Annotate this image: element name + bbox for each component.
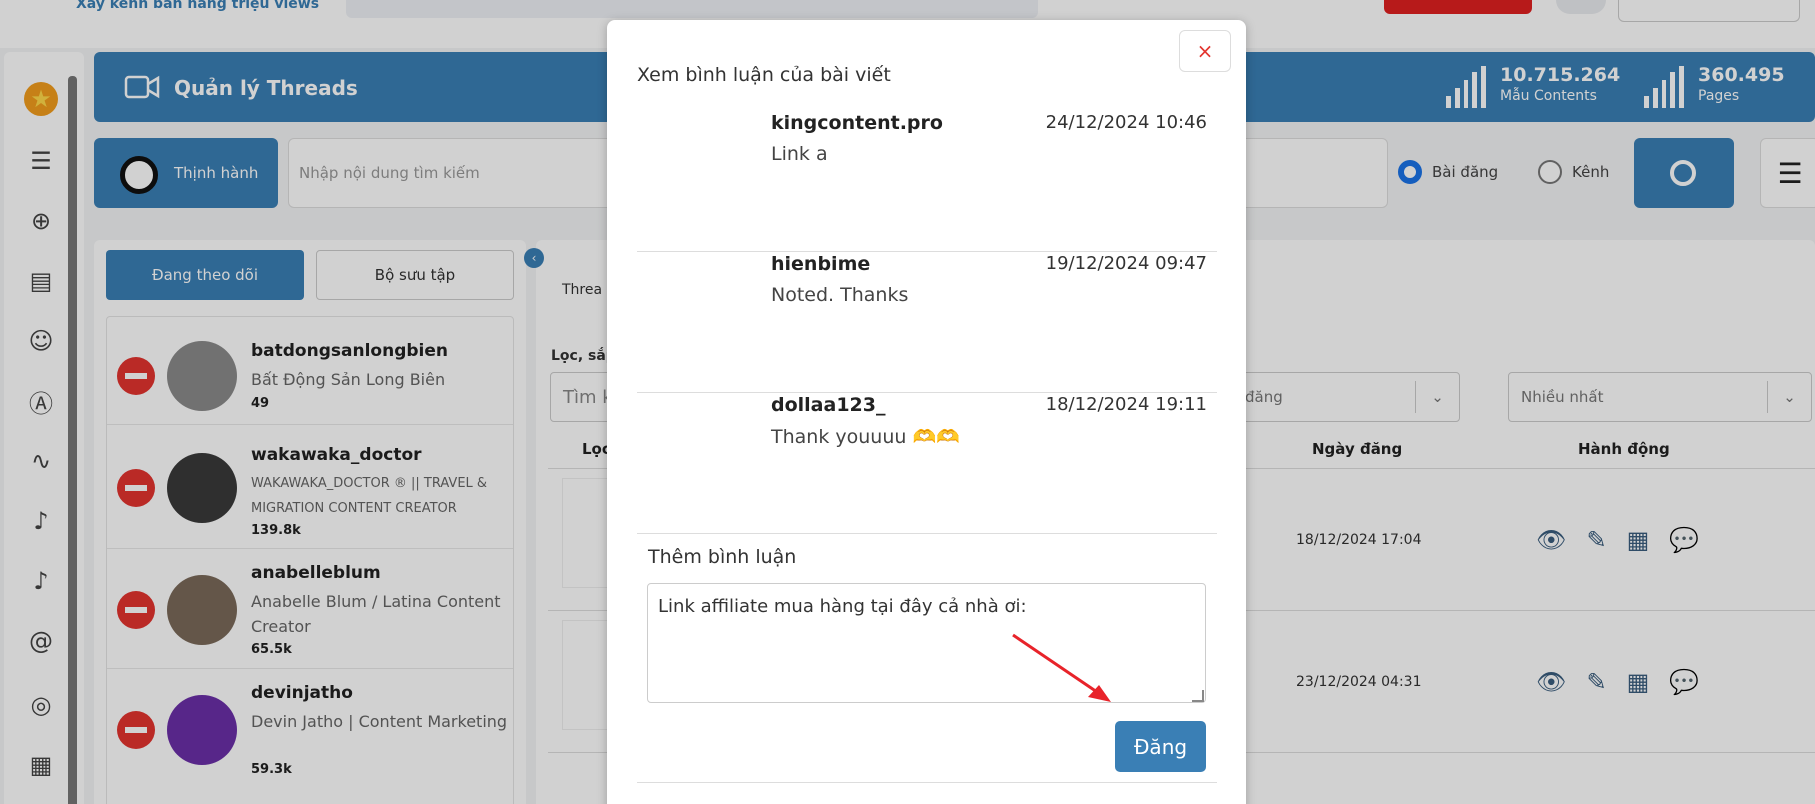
- textarea-resize-handle[interactable]: [1192, 690, 1204, 702]
- comment-item: hienbime 19/12/2024 09:47 Noted. Thanks: [637, 253, 1217, 393]
- close-icon[interactable]: ×: [1179, 30, 1231, 72]
- modal-divider: [637, 782, 1217, 783]
- comment-input[interactable]: [647, 583, 1206, 703]
- modal-title: Xem bình luận của bài viết: [637, 64, 891, 86]
- comment-author: dollaa123_: [771, 394, 886, 416]
- comment-text: Noted. Thanks: [771, 284, 909, 306]
- comment-time: 18/12/2024 19:11: [1045, 394, 1207, 415]
- comment-text: Thank youuuu 🫶🫶: [771, 426, 960, 448]
- comment-time: 24/12/2024 10:46: [1045, 112, 1207, 133]
- comment-item: kingcontent.pro 24/12/2024 10:46 Link a: [637, 112, 1217, 252]
- comment-time: 19/12/2024 09:47: [1045, 253, 1207, 274]
- comment-author: kingcontent.pro: [771, 112, 943, 134]
- comment-item: dollaa123_ 18/12/2024 19:11 Thank youuuu…: [637, 394, 1217, 534]
- comment-author: hienbime: [771, 253, 871, 275]
- post-comment-button[interactable]: Đăng: [1115, 721, 1206, 772]
- add-comment-label: Thêm bình luận: [648, 546, 797, 568]
- comment-text: Link a: [771, 143, 828, 165]
